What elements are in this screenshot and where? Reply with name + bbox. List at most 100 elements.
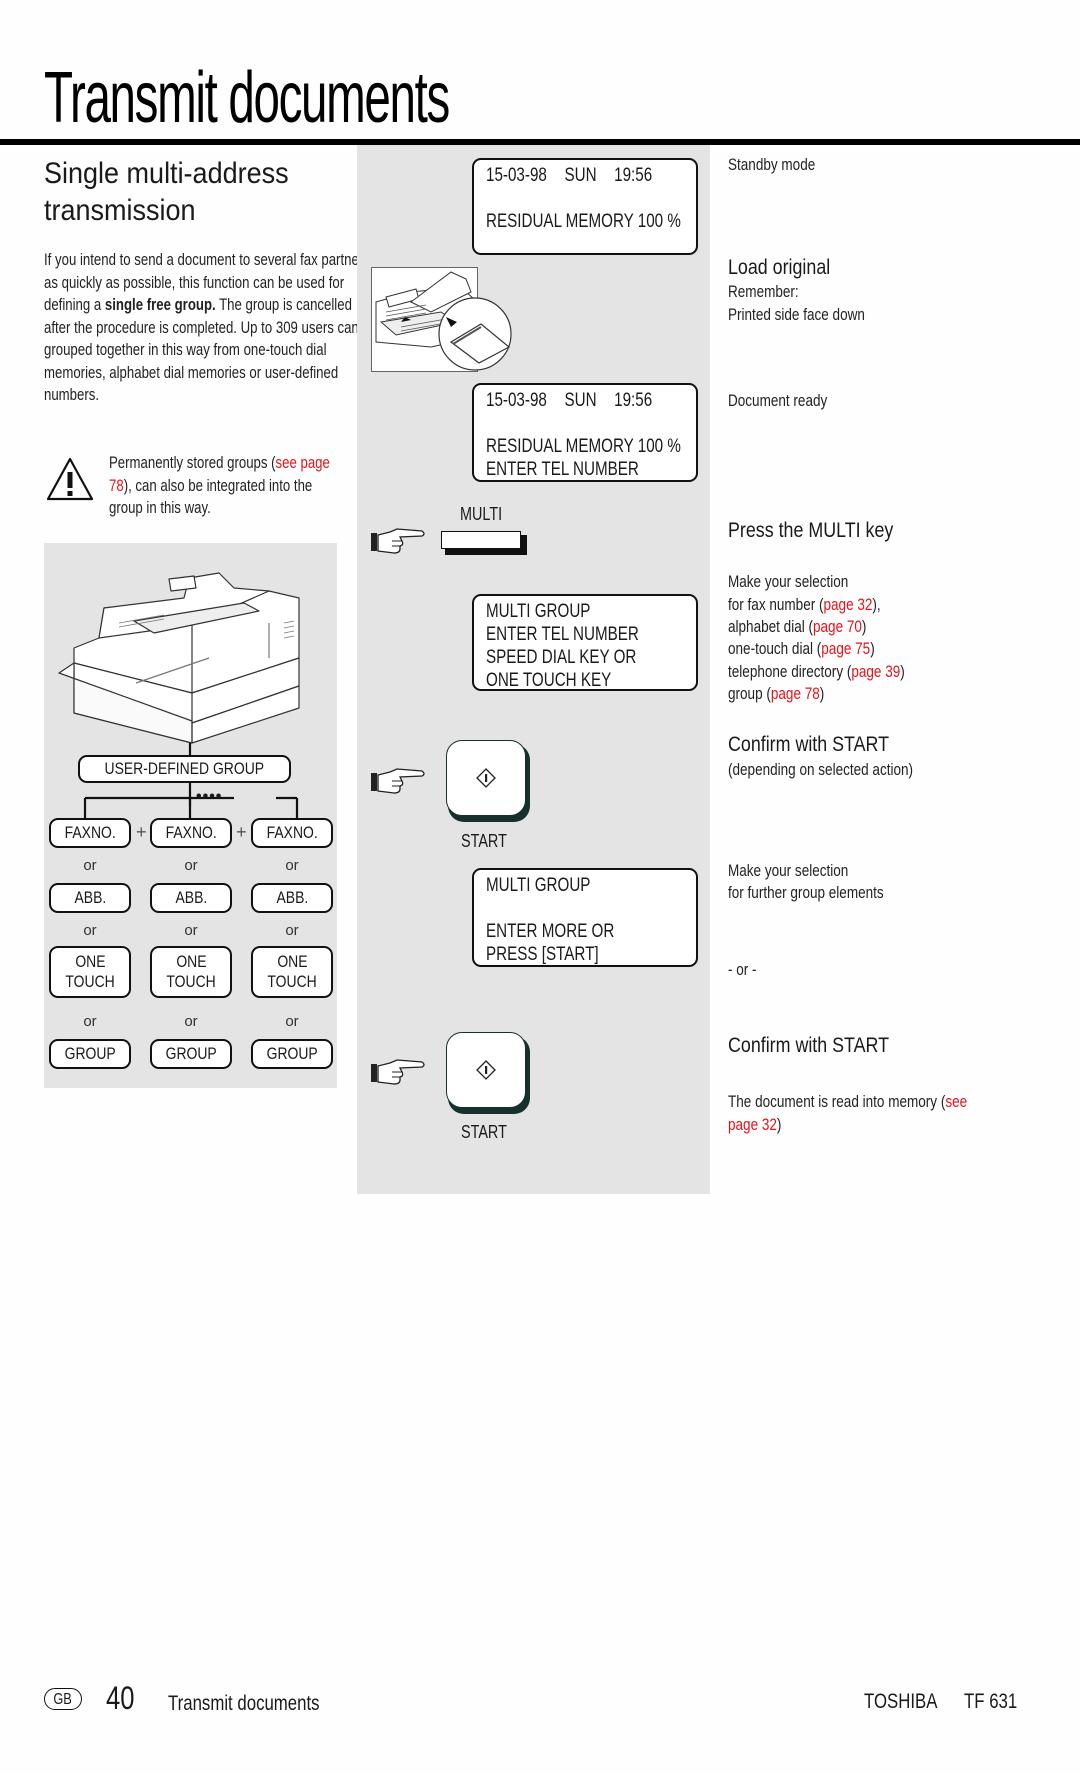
faxno-label: FAXNO. [266, 823, 318, 842]
warning-triangle-icon [46, 457, 94, 501]
lcd-line: RESIDUAL MEMORY 100 % [486, 211, 681, 232]
page-link[interactable]: page 32 [728, 1116, 777, 1134]
start-key[interactable] [446, 1032, 530, 1114]
group-box: GROUP [251, 1039, 333, 1069]
start-key-label: START [461, 1122, 507, 1142]
plus-sign: + [136, 822, 147, 842]
group-label: GROUP [266, 1044, 318, 1063]
one-touch-label-2: TOUCH [65, 972, 115, 991]
lcd-line: ENTER MORE OR [486, 921, 615, 942]
plus-sign: + [236, 822, 247, 842]
step-standby: Standby mode [728, 156, 816, 174]
step-read-memory: page 32) [728, 1116, 782, 1134]
pointing-hand-icon [371, 768, 425, 794]
multi-key[interactable] [441, 531, 527, 555]
or-label: or [83, 1013, 97, 1030]
group-box: GROUP [49, 1039, 131, 1069]
start-diamond-icon [476, 1060, 496, 1080]
one-touch-box: ONE TOUCH [251, 946, 333, 998]
more-ellipsis: •••• [196, 788, 223, 805]
one-touch-label-1: ONE [74, 952, 106, 971]
faxno-box: FAXNO. [251, 818, 333, 848]
page-link[interactable]: see [945, 1093, 967, 1111]
multi-key-label: MULTI [460, 504, 503, 524]
lcd-display-enter-more: MULTI GROUP ENTER MORE OR PRESS [START] [472, 868, 698, 967]
lcd-line: SPEED DIAL KEY OR [486, 647, 637, 668]
step-load-text: Printed side face down [728, 306, 865, 324]
step-confirm-start-2: Confirm with START [728, 1034, 890, 1057]
lcd-display-document-ready: 15-03-98 SUN 19:56 RESIDUAL MEMORY 100 % E… [472, 383, 698, 482]
one-touch-label-2: TOUCH [166, 972, 216, 991]
page-link[interactable]: page 39 [851, 663, 900, 681]
faxno-box: FAXNO. [150, 818, 232, 848]
page-link[interactable]: page 78 [771, 685, 820, 703]
section-title-line2: transmission [44, 194, 196, 227]
abb-box: ABB. [49, 883, 131, 913]
footer-model: TF 631 [964, 1690, 1018, 1713]
group-box: GROUP [150, 1039, 232, 1069]
lcd-date: 15-03-98 [486, 165, 547, 186]
page-link[interactable]: page 32 [824, 596, 873, 614]
one-touch-label-1: ONE [175, 952, 207, 971]
intro-bold: single free group. [104, 296, 216, 314]
footer-brand: TOSHIBA [864, 1690, 938, 1713]
step-select-heading: Make your selection [728, 573, 849, 591]
page-link[interactable]: page 75 [821, 640, 870, 658]
select-item: telephone directory (page 39) [728, 663, 905, 681]
group-label: GROUP [165, 1044, 217, 1063]
user-defined-group-label: USER-DEFINED GROUP [104, 759, 265, 778]
footer-section-title: Transmit documents [168, 1692, 320, 1715]
one-touch-box: ONE TOUCH [49, 946, 131, 998]
step-confirm-note: (depending on selected action) [728, 761, 914, 779]
lcd-line: MULTI GROUP [486, 875, 591, 896]
step-read-memory: The document is read into memory (see [728, 1093, 968, 1111]
lcd-line: PRESS [START] [486, 944, 599, 965]
lcd-line: ENTER TEL NUMBER [486, 459, 639, 480]
select-item: group (page 78) [728, 685, 825, 703]
abb-label: ABB. [175, 888, 207, 907]
or-label: or [83, 922, 97, 939]
faxno-label: FAXNO. [165, 823, 217, 842]
page-title: Transmit documents [44, 58, 450, 138]
start-key-label: START [461, 831, 507, 851]
pointing-hand-icon [371, 528, 425, 554]
fax-machine-illustration [58, 572, 300, 818]
one-touch-box: ONE TOUCH [150, 946, 232, 998]
user-defined-group-box: USER-DEFINED GROUP [78, 755, 291, 783]
step-load-text: Remember: [728, 283, 799, 301]
step-press-multi: Press the MULTI key [728, 519, 894, 542]
page-number: 40 [106, 1680, 135, 1716]
lcd-day: SUN [564, 390, 597, 411]
abb-label: ABB. [276, 888, 308, 907]
or-label: or [285, 922, 299, 939]
group-label: GROUP [64, 1044, 116, 1063]
select-item: one-touch dial (page 75) [728, 640, 875, 658]
abb-label: ABB. [74, 888, 106, 907]
pointing-hand-icon [371, 1059, 425, 1085]
lcd-date: 15-03-98 [486, 390, 547, 411]
abb-box: ABB. [251, 883, 333, 913]
start-key[interactable] [446, 740, 530, 822]
one-touch-label-1: ONE [276, 952, 308, 971]
load-original-illustration [371, 267, 512, 372]
step-confirm-start-1: Confirm with START [728, 733, 890, 756]
lcd-time: 19:56 [614, 390, 653, 411]
faxno-box: FAXNO. [49, 818, 131, 848]
lcd-display-multi-group: MULTI GROUP ENTER TEL NUMBER SPEED DIAL … [472, 594, 698, 691]
or-label: or [184, 857, 198, 874]
or-label: or [184, 1013, 198, 1030]
lcd-line: ENTER TEL NUMBER [486, 624, 639, 645]
start-diamond-icon [476, 768, 496, 788]
lcd-line: RESIDUAL MEMORY 100 % [486, 436, 681, 457]
lcd-line: MULTI GROUP [486, 601, 591, 622]
page-link[interactable]: page 70 [813, 618, 862, 636]
or-label: or [184, 922, 198, 939]
warning-note: Permanently stored groups (see page 78),… [109, 452, 349, 520]
faxno-label: FAXNO. [64, 823, 116, 842]
or-label: or [83, 857, 97, 874]
intro-paragraph: If you intend to send a document to seve… [44, 249, 380, 407]
lcd-display-standby: 15-03-98 SUN 19:56 RESIDUAL MEMORY 100 % [472, 158, 698, 255]
lcd-line: ONE TOUCH KEY [486, 670, 612, 691]
section-title-line1: Single multi-address [44, 157, 289, 190]
select-item: for fax number (page 32), [728, 596, 881, 614]
